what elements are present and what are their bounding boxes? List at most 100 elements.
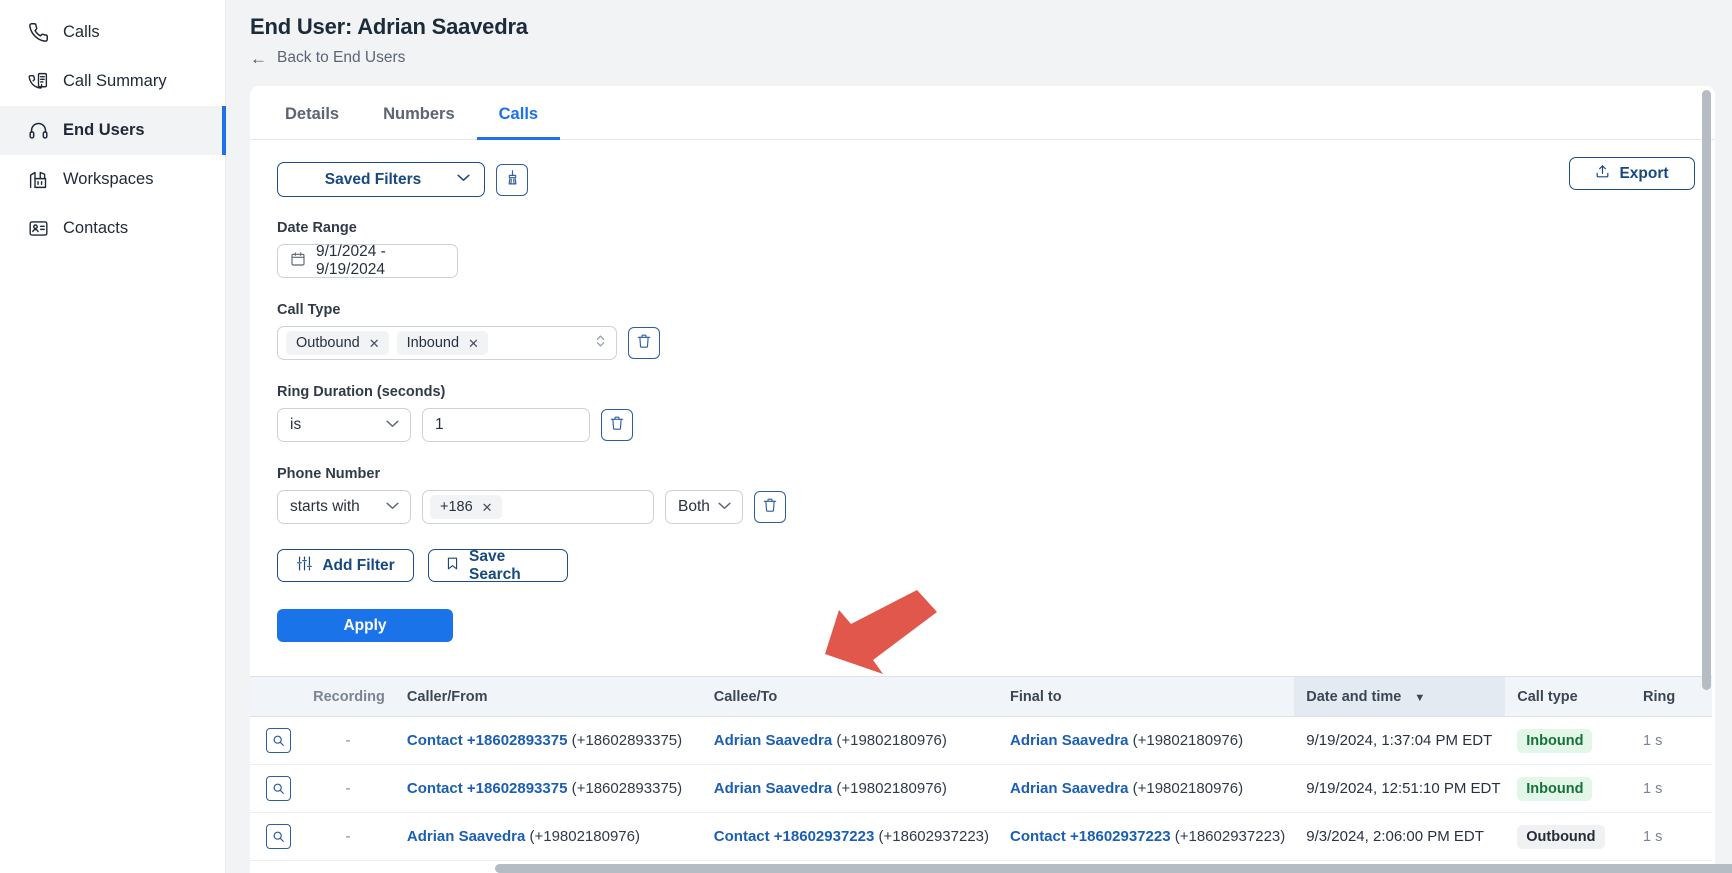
delete-ring-duration-filter-button[interactable] <box>601 409 633 441</box>
main-content: End User: Adrian Saavedra ← Back to End … <box>226 0 1732 873</box>
filters-section: Saved Filters Export Date Range 9/1/2024… <box>250 140 1715 642</box>
cell-callee: Adrian Saavedra (+19802180976) <box>701 716 999 765</box>
horizontal-scrollbar[interactable] <box>495 864 1732 873</box>
clear-filters-button[interactable] <box>496 163 528 196</box>
callee-link[interactable]: Contact +18602937223 <box>714 828 875 845</box>
phone-number-tags-input[interactable]: +186 ✕ <box>422 490 654 524</box>
vertical-scrollbar[interactable] <box>1702 90 1711 690</box>
chip-remove-icon[interactable]: ✕ <box>482 501 493 514</box>
table-row[interactable]: - Contact +18602893375 (+18602893375) Ad… <box>250 764 1712 813</box>
upload-icon <box>1595 164 1610 184</box>
cell-actions <box>250 812 302 861</box>
chip-remove-icon[interactable]: ✕ <box>468 337 479 350</box>
sort-desc-icon: ▼ <box>1414 691 1426 704</box>
sidebar-item-call-summary[interactable]: Call Summary <box>0 57 225 106</box>
calls-table: Recording Caller/From Callee/To Final to… <box>250 676 1712 861</box>
contact-card-icon <box>27 218 49 240</box>
column-header-call-type[interactable]: Call type <box>1505 676 1631 717</box>
table-body: - Contact +18602893375 (+18602893375) Ad… <box>250 716 1712 861</box>
back-to-end-users-link[interactable]: ← Back to End Users <box>250 49 1732 67</box>
callee-link[interactable]: Adrian Saavedra <box>714 780 832 797</box>
sidebar-item-contacts[interactable]: Contacts <box>0 204 225 253</box>
page-title: End User: Adrian Saavedra <box>250 14 528 39</box>
cell-callee: Contact +18602937223 (+18602937223) <box>701 812 999 861</box>
back-link-label: Back to End Users <box>277 49 406 66</box>
table-row[interactable]: - Adrian Saavedra (+19802180976) Contact… <box>250 812 1712 861</box>
trash-icon <box>609 415 625 436</box>
updown-chevrons-icon <box>595 333 606 354</box>
arrow-left-icon: ← <box>250 48 267 68</box>
column-header-final-to[interactable]: Final to <box>998 676 1295 717</box>
tab-calls[interactable]: Calls <box>476 86 561 140</box>
saved-filters-dropdown[interactable]: Saved Filters <box>277 162 485 197</box>
save-search-label: Save Search <box>469 547 521 583</box>
date-range-picker[interactable]: 9/1/2024 - 9/19/2024 <box>277 243 458 278</box>
column-header-caller[interactable]: Caller/From <box>394 676 702 717</box>
add-filter-label: Add Filter <box>322 556 395 574</box>
cell-actions <box>250 764 302 813</box>
status-badge: Inbound <box>1517 728 1593 753</box>
phone-number-label: Phone Number <box>277 466 381 482</box>
chip-remove-icon[interactable]: ✕ <box>369 337 380 350</box>
date-range-label: Date Range <box>277 220 357 236</box>
ring-duration-value: 1 <box>435 416 444 433</box>
sidebar-item-calls[interactable]: Calls <box>0 8 225 57</box>
search-details-icon[interactable] <box>266 728 291 753</box>
final-to-number: (+19802180976) <box>1132 732 1244 749</box>
ring-duration-operator-select[interactable]: is <box>277 408 411 442</box>
cell-date-and-time: 9/19/2024, 1:37:04 PM EDT <box>1294 716 1506 765</box>
caller-link[interactable]: Contact +18602893375 <box>407 732 568 749</box>
add-filter-button[interactable]: Add Filter <box>277 549 414 582</box>
tab-details[interactable]: Details <box>263 86 361 139</box>
table-header-row: Recording Caller/From Callee/To Final to… <box>250 676 1712 717</box>
table-row[interactable]: - Contact +18602893375 (+18602893375) Ad… <box>250 716 1712 765</box>
caller-link[interactable]: Contact +18602893375 <box>407 780 568 797</box>
phone-number-operator-select[interactable]: starts with <box>277 490 411 524</box>
cell-date-and-time: 9/3/2024, 2:06:00 PM EDT <box>1294 812 1506 861</box>
date-range-value: 9/1/2024 - 9/19/2024 <box>316 243 386 278</box>
column-header-date-and-time[interactable]: Date and time ▼ <box>1294 676 1506 717</box>
chip-label: Outbound <box>296 335 360 351</box>
tab-bar: Details Numbers Calls <box>250 86 1715 140</box>
chip-outbound[interactable]: Outbound ✕ <box>286 331 389 355</box>
column-header-date-label: Date and time <box>1306 688 1402 705</box>
caller-link[interactable]: Adrian Saavedra <box>407 828 525 845</box>
callee-number: (+19802180976) <box>836 780 947 797</box>
column-header-ring[interactable]: Ring <box>1630 676 1712 717</box>
final-to-link[interactable]: Adrian Saavedra <box>1010 732 1128 749</box>
final-to-link[interactable]: Contact +18602937223 <box>1010 828 1171 845</box>
calendar-icon <box>290 251 306 272</box>
tab-numbers[interactable]: Numbers <box>361 86 477 139</box>
column-header-callee[interactable]: Callee/To <box>701 676 999 717</box>
search-details-icon[interactable] <box>266 776 291 801</box>
chevron-down-icon <box>386 502 399 513</box>
cell-callee: Adrian Saavedra (+19802180976) <box>701 764 999 813</box>
delete-call-type-filter-button[interactable] <box>628 327 660 359</box>
save-search-button[interactable]: Save Search <box>428 547 568 583</box>
final-to-number: (+18602937223) <box>1174 828 1286 845</box>
callee-link[interactable]: Adrian Saavedra <box>714 732 832 749</box>
delete-phone-number-filter-button[interactable] <box>754 491 786 523</box>
column-header-actions <box>250 676 302 717</box>
sidebar-item-end-users[interactable]: End Users <box>0 106 226 155</box>
phone-icon <box>27 22 49 44</box>
cell-caller: Contact +18602893375 (+18602893375) <box>394 764 702 813</box>
search-details-icon[interactable] <box>266 824 291 849</box>
cell-ring: 1 s <box>1630 812 1712 861</box>
cell-call-type: Inbound <box>1505 764 1631 813</box>
phone-number-operator-value: starts with <box>290 498 360 515</box>
column-header-recording[interactable]: Recording <box>301 676 395 717</box>
export-button[interactable]: Export <box>1569 157 1695 190</box>
chip-phone-prefix[interactable]: +186 ✕ <box>430 495 502 519</box>
ring-duration-value-input[interactable]: 1 <box>422 408 590 442</box>
chip-inbound[interactable]: Inbound ✕ <box>396 331 488 355</box>
ring-duration-row: is 1 <box>277 408 1715 442</box>
headset-icon <box>27 120 49 142</box>
phone-number-direction-select[interactable]: Both <box>665 490 743 524</box>
ring-duration-operator-value: is <box>290 416 302 433</box>
final-to-link[interactable]: Adrian Saavedra <box>1010 780 1128 797</box>
sidebar-item-workspaces[interactable]: Workspaces <box>0 155 225 204</box>
callee-number: (+19802180976) <box>836 732 947 749</box>
call-type-multiselect[interactable]: Outbound ✕ Inbound ✕ <box>277 326 617 360</box>
apply-button[interactable]: Apply <box>277 609 453 642</box>
